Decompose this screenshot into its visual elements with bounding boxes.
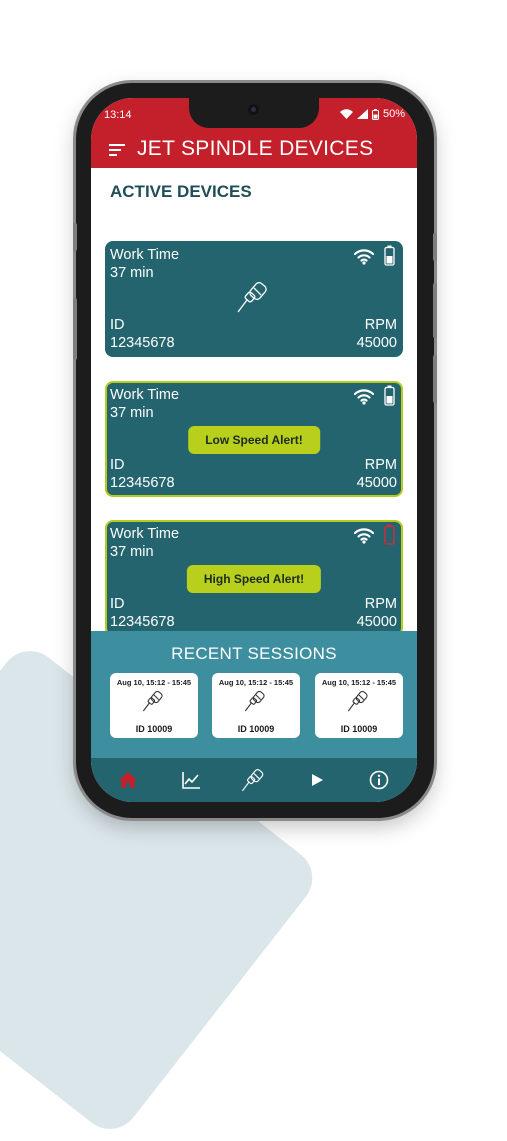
spindle-icon xyxy=(347,690,368,712)
rpm-label: RPM xyxy=(364,457,397,473)
device-id-label: ID xyxy=(110,457,125,473)
side-button-lower xyxy=(433,355,437,403)
bottom-nav xyxy=(91,758,417,802)
session-id: ID 10009 xyxy=(340,724,378,734)
wifi-icon xyxy=(353,389,375,405)
work-time-label: Work Time xyxy=(110,247,180,263)
session-id: ID 10009 xyxy=(135,724,173,734)
rpm-label: RPM xyxy=(364,596,397,612)
rpm-label: RPM xyxy=(364,317,397,333)
wifi-icon xyxy=(353,528,375,544)
device-id-value: 12345678 xyxy=(110,335,175,351)
spindle-icon xyxy=(244,690,265,712)
session-card[interactable]: Aug 10, 15:12 - 15:45 ID 10009 xyxy=(110,673,198,738)
rpm-value: 45000 xyxy=(356,475,397,491)
device-id-value: 12345678 xyxy=(110,475,175,491)
section-title: ACTIVE DEVICES xyxy=(110,182,252,201)
battery-icon xyxy=(384,385,395,406)
device-card[interactable]: Work Time 37 min Low Speed Alert! ID 123… xyxy=(105,381,403,497)
high-speed-alert: High Speed Alert! xyxy=(186,565,322,593)
status-icons: 50% xyxy=(339,108,405,120)
work-time-value: 37 min xyxy=(110,544,154,560)
spindle-icon xyxy=(237,282,267,313)
status-time: 13:14 xyxy=(104,109,132,121)
battery-low-icon xyxy=(384,524,395,545)
rpm-value: 45000 xyxy=(356,614,397,630)
nav-info[interactable] xyxy=(366,767,392,793)
power-button xyxy=(433,283,437,338)
nav-devices[interactable] xyxy=(241,767,267,793)
work-time-value: 37 min xyxy=(110,405,154,421)
recent-sessions-panel: RECENT SESSIONS Aug 10, 15:12 - 15:45 ID… xyxy=(91,631,417,758)
spindle-icon xyxy=(142,690,163,712)
nav-play[interactable] xyxy=(304,767,330,793)
battery-percent: 50% xyxy=(382,108,405,120)
menu-icon[interactable] xyxy=(109,143,125,157)
battery-status-icon xyxy=(371,108,379,120)
work-time-label: Work Time xyxy=(110,526,180,542)
screen: 13:14 50% JET SPINDLE DEVICES ACTIVE DEV… xyxy=(91,98,417,802)
home-icon xyxy=(119,772,137,788)
device-id-label: ID xyxy=(110,317,125,333)
device-id-label: ID xyxy=(110,596,125,612)
device-id-value: 12345678 xyxy=(110,614,175,630)
work-time-value: 37 min xyxy=(110,265,154,281)
wifi-icon xyxy=(353,249,375,265)
notch xyxy=(189,98,319,128)
recent-sessions-title: RECENT SESSIONS xyxy=(171,644,337,663)
volume-button xyxy=(73,298,77,360)
battery-icon xyxy=(384,245,395,266)
low-speed-alert: Low Speed Alert! xyxy=(188,426,320,454)
camera-icon xyxy=(248,104,259,115)
session-id: ID 10009 xyxy=(237,724,275,734)
mute-switch xyxy=(73,223,77,251)
session-date: Aug 10, 15:12 - 15:45 xyxy=(321,678,397,687)
chart-icon xyxy=(182,772,200,789)
app-title: JET SPINDLE DEVICES xyxy=(137,137,374,160)
wifi-status-icon xyxy=(339,109,353,119)
side-button xyxy=(433,233,437,261)
nav-statistics[interactable] xyxy=(178,767,204,793)
play-icon xyxy=(312,774,323,786)
rpm-value: 45000 xyxy=(356,335,397,351)
nav-home[interactable] xyxy=(115,767,141,793)
device-card[interactable]: Work Time 37 min High Speed Alert! ID 12… xyxy=(105,520,403,636)
phone-frame: 13:14 50% JET SPINDLE DEVICES ACTIVE DEV… xyxy=(73,83,437,818)
spindle-icon xyxy=(241,769,264,792)
signal-icon xyxy=(356,109,368,119)
session-card[interactable]: Aug 10, 15:12 - 15:45 ID 10009 xyxy=(315,673,403,738)
work-time-label: Work Time xyxy=(110,387,180,403)
info-icon xyxy=(369,770,389,790)
device-card[interactable]: Work Time 37 min ID 12345678 RPM 45000 xyxy=(105,241,403,357)
session-card[interactable]: Aug 10, 15:12 - 15:45 ID 10009 xyxy=(212,673,300,738)
session-date: Aug 10, 15:12 - 15:45 xyxy=(218,678,294,687)
session-date: Aug 10, 15:12 - 15:45 xyxy=(116,678,192,687)
